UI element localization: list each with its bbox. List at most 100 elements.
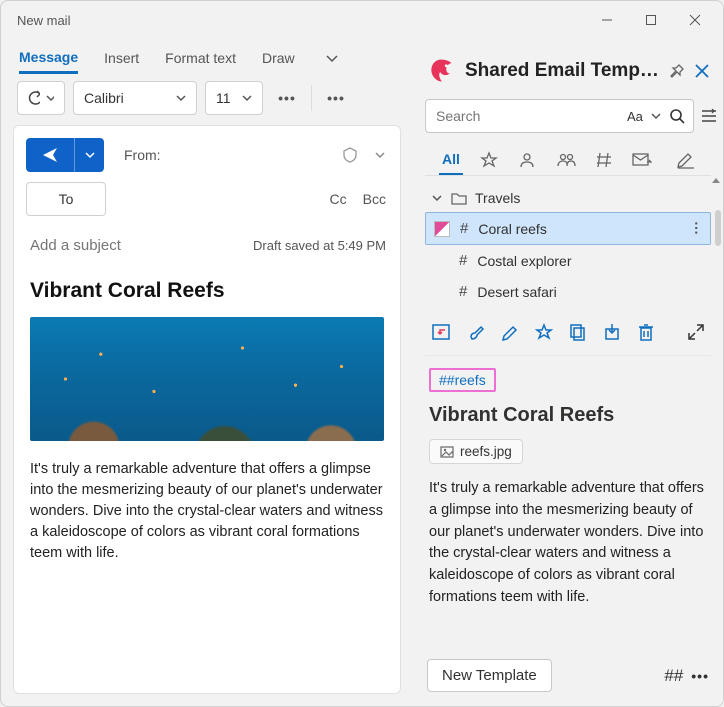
from-label[interactable]: From:: [124, 147, 161, 163]
filter-favorites-icon[interactable]: [477, 145, 501, 175]
tab-draw[interactable]: Draw: [262, 44, 295, 72]
search-box[interactable]: Aa: [425, 99, 694, 133]
hash-icon: #: [459, 283, 467, 300]
chevron-down-icon: [431, 192, 443, 204]
chevron-down-icon[interactable]: [651, 111, 661, 121]
templates-panel: Shared Email Temp… Aa: [413, 39, 723, 706]
panel-close-button[interactable]: [695, 64, 709, 78]
attachment-name: reefs.jpg: [460, 444, 512, 459]
settings-list-icon[interactable]: [700, 103, 718, 129]
item-menu-icon[interactable]: ⋯: [688, 221, 705, 236]
template-item-costal-explorer[interactable]: # Costal explorer: [425, 245, 711, 276]
scroll-up-icon[interactable]: [712, 178, 720, 183]
filter-hash-icon[interactable]: [593, 146, 615, 174]
minimize-button[interactable]: [585, 4, 629, 36]
delete-icon[interactable]: [637, 321, 655, 343]
mail-body[interactable]: Vibrant Coral Reefs It's truly a remarka…: [14, 269, 400, 580]
template-label: Desert safari: [477, 284, 556, 300]
chevron-down-icon: [242, 93, 252, 103]
template-actions: [425, 313, 711, 356]
close-button[interactable]: [673, 4, 717, 36]
titlebar: New mail: [1, 1, 723, 39]
ribbon-tabs: Message Insert Format text Draw: [13, 39, 401, 73]
attachment-chip[interactable]: reefs.jpg: [429, 439, 523, 464]
filter-all[interactable]: All: [439, 145, 463, 175]
filter-person-icon[interactable]: [515, 145, 539, 175]
expand-icon[interactable]: [687, 321, 705, 343]
message-card: From: To Cc Bcc Dra: [13, 125, 401, 694]
chevron-down-icon: [46, 93, 54, 103]
copy-icon[interactable]: [569, 321, 587, 343]
template-preview: ##reefs Vibrant Coral Reefs reefs.jpg It…: [413, 356, 723, 649]
mail-paragraph: It's truly a remarkable adventure that o…: [30, 459, 384, 564]
undo-icon: [28, 90, 40, 106]
brush-icon[interactable]: [467, 321, 485, 343]
app-window: New mail Message Insert Format text Draw: [0, 0, 724, 707]
cc-button[interactable]: Cc: [330, 191, 347, 207]
new-template-button[interactable]: New Template: [427, 659, 552, 692]
panel-header: Shared Email Temp…: [413, 45, 723, 93]
search-row: Aa: [425, 99, 711, 133]
filter-mail-icon[interactable]: [629, 146, 655, 174]
send-dropdown[interactable]: [74, 138, 104, 172]
favorite-icon[interactable]: [535, 321, 553, 343]
bcc-button[interactable]: Bcc: [363, 191, 386, 207]
template-item-desert-safari[interactable]: # Desert safari: [425, 276, 711, 307]
format-toolbar: Calibri 11 ••• •••: [13, 73, 401, 125]
preview-body: It's truly a remarkable adventure that o…: [429, 478, 707, 609]
to-button[interactable]: To: [26, 182, 106, 216]
template-label: Costal explorer: [477, 253, 571, 269]
send-button[interactable]: [26, 138, 104, 172]
tab-message[interactable]: Message: [19, 43, 78, 74]
maximize-button[interactable]: [629, 4, 673, 36]
scrollbar[interactable]: [715, 210, 721, 246]
tab-insert[interactable]: Insert: [104, 44, 139, 72]
mail-heading: Vibrant Coral Reefs: [30, 279, 384, 303]
search-icon[interactable]: [669, 108, 685, 124]
font-size: 11: [216, 90, 231, 106]
preview-heading: Vibrant Coral Reefs: [429, 404, 707, 427]
header-expand[interactable]: [374, 149, 386, 161]
hash-icon: #: [459, 252, 467, 269]
template-item-coral-reefs[interactable]: # Coral reefs ⋯: [425, 212, 711, 245]
import-icon[interactable]: [603, 321, 621, 343]
tab-format-text[interactable]: Format text: [165, 44, 236, 72]
filter-row: All: [425, 133, 711, 176]
pin-icon[interactable]: [669, 63, 685, 79]
font-select[interactable]: Calibri: [73, 81, 197, 115]
subject-input[interactable]: [28, 236, 253, 255]
draft-status: Draft saved at 5:49 PM: [253, 238, 386, 253]
format-more[interactable]: •••: [271, 81, 303, 115]
send-row: From:: [14, 126, 400, 182]
to-row: To Cc Bcc: [14, 182, 400, 226]
chevron-down-icon: [176, 93, 186, 103]
font-size-select[interactable]: 11: [205, 81, 263, 115]
edit-icon[interactable]: [501, 321, 519, 343]
filter-team-icon[interactable]: [553, 145, 579, 175]
folder-label: Travels: [475, 190, 520, 206]
folder-travels[interactable]: Travels: [425, 184, 711, 212]
compose-pane: Message Insert Format text Draw Calibri: [1, 39, 413, 706]
folder-icon: [451, 191, 467, 205]
undo-button[interactable]: [17, 81, 65, 115]
shortcut-button[interactable]: ##: [664, 666, 683, 686]
send-icon: [26, 138, 74, 172]
toolbar-overflow[interactable]: •••: [320, 81, 352, 115]
font-name: Calibri: [84, 90, 124, 106]
match-case-toggle[interactable]: Aa: [627, 109, 643, 124]
shortcut-tag[interactable]: ##reefs: [429, 368, 496, 392]
to-input[interactable]: [116, 182, 314, 216]
footer-more-icon[interactable]: •••: [691, 668, 709, 684]
template-tree: Travels # Coral reefs ⋯ # Costal explore…: [425, 176, 711, 313]
panel-title: Shared Email Temp…: [465, 60, 659, 82]
insert-icon[interactable]: [431, 321, 451, 343]
app-logo-icon: [427, 57, 455, 85]
window-title: New mail: [17, 13, 585, 28]
image-icon: [440, 445, 454, 459]
filter-signature-icon[interactable]: [673, 145, 699, 175]
sensitivity-icon[interactable]: [342, 147, 358, 163]
panel-footer: New Template ## •••: [413, 649, 723, 706]
subject-row: Draft saved at 5:49 PM: [14, 226, 400, 269]
ribbon-overflow[interactable]: [321, 49, 343, 67]
search-input[interactable]: [434, 107, 619, 125]
